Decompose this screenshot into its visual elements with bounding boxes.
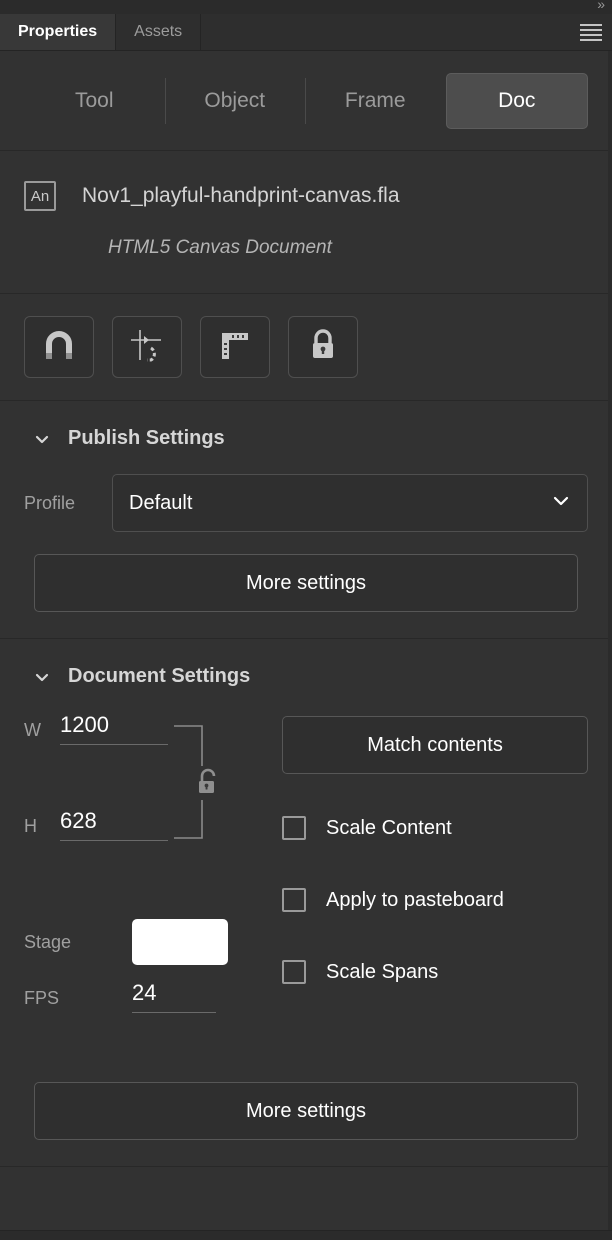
profile-row: Profile Default [24,474,588,532]
fps-label: FPS [24,988,60,1008]
subtab-doc[interactable]: Doc [445,72,588,129]
subtab-tool[interactable]: Tool [24,74,165,128]
stage-row: Stage [24,904,282,980]
lock-icon [308,328,338,367]
chevron-down-icon [34,431,50,447]
magnet-icon [42,329,76,366]
stage-color-swatch[interactable] [132,919,228,965]
profile-value: Default [129,491,193,514]
tab-assets[interactable]: Assets [116,14,202,50]
document-settings-options: Match contents Scale Content Apply to pa… [282,712,588,1060]
dimension-fields: W 1200 H 628 Stage FPS 24 [24,712,282,1060]
snap-to-guides-button[interactable] [200,316,270,378]
width-label: W [24,720,41,740]
match-contents-button[interactable]: Match contents [282,716,588,774]
link-dimensions-toggle[interactable] [194,768,220,803]
height-row: H 628 [24,808,282,904]
snap-toolbar [0,294,612,401]
apply-to-pasteboard-checkbox-row[interactable]: Apply to pasteboard [282,864,588,936]
tab-properties[interactable]: Properties [0,14,117,50]
publish-settings-section: Publish Settings Profile Default More se… [0,401,612,639]
subtab-object[interactable]: Object [164,74,306,128]
snap-align-button[interactable] [112,316,182,378]
publish-settings-title: Publish Settings [68,427,225,449]
document-settings-header[interactable]: Document Settings [24,639,588,712]
fps-value: 24 [132,980,157,1005]
width-value: 1200 [60,712,109,737]
document-file-name: Nov1_playful-handprint-canvas.fla [82,184,400,207]
publish-more-settings-button[interactable]: More settings [34,554,578,612]
height-value: 628 [60,808,97,833]
scale-spans-checkbox[interactable] [282,960,306,984]
height-input[interactable]: 628 [60,808,168,841]
document-settings-section: Document Settings W 1200 H 628 Stage FPS… [0,639,612,1167]
panel-tab-bar: Properties Assets [0,14,612,51]
height-label: H [24,816,37,836]
chevron-down-icon [551,494,571,513]
lock-guides-button[interactable] [288,316,358,378]
width-row: W 1200 [24,712,282,808]
fps-underline [132,1012,216,1013]
scale-content-label: Scale Content [326,816,452,839]
height-underline [60,840,168,841]
panel-scrollbar[interactable] [608,51,612,1230]
animate-document-icon: An [24,181,56,211]
document-more-settings-button[interactable]: More settings [34,1082,578,1140]
tab-bar-filler [201,14,570,50]
apply-to-pasteboard-label: Apply to pasteboard [326,888,504,911]
hamburger-menu-icon[interactable] [570,14,612,50]
profile-select[interactable]: Default [112,474,588,532]
scale-content-checkbox-row[interactable]: Scale Content [282,792,588,864]
width-input[interactable]: 1200 [60,712,168,745]
ruler-icon [218,329,252,366]
document-settings-title: Document Settings [68,665,251,687]
fps-input[interactable]: 24 [132,980,216,1013]
scale-content-checkbox[interactable] [282,816,306,840]
snap-to-objects-button[interactable] [24,316,94,378]
collapse-panel-icon[interactable]: » [597,0,605,11]
publish-settings-header[interactable]: Publish Settings [24,401,588,474]
panel-spacer [0,1167,612,1230]
document-info: An Nov1_playful-handprint-canvas.fla HTM… [0,151,612,294]
subtab-frame[interactable]: Frame [305,74,446,128]
fps-row: FPS 24 [24,980,282,1060]
document-type-label: HTML5 Canvas Document [108,237,332,258]
properties-panel: » Properties Assets Tool Object Frame Do… [0,0,612,1240]
profile-label: Profile [24,492,76,513]
scale-spans-checkbox-row[interactable]: Scale Spans [282,936,588,1008]
snap-align-icon [129,328,165,367]
chevron-down-icon [34,669,50,685]
property-subtab-row: Tool Object Frame Doc [0,51,612,151]
panel-top-strip: » [0,0,612,14]
panel-bottom-bar [0,1230,612,1240]
apply-to-pasteboard-checkbox[interactable] [282,888,306,912]
scale-spans-label: Scale Spans [326,960,439,983]
stage-label: Stage [24,931,72,952]
width-underline [60,744,168,745]
